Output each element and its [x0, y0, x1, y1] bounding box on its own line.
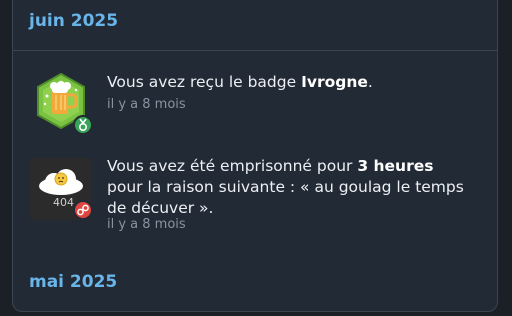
notification-time: il y a 8 mois — [107, 217, 186, 232]
notifications-panel: juin 2025 Vous avez reçu le badge Ivrogn… — [12, 0, 498, 312]
handcuffs-icon — [73, 200, 93, 220]
medal-icon — [73, 115, 93, 135]
notification-line: Vous avez été emprisonné pour 3 heures — [107, 157, 434, 175]
svg-text:404: 404 — [53, 196, 74, 209]
month-header-june: juin 2025 — [29, 11, 119, 31]
notification-text: Vous avez été emprisonné pour 3 heures p… — [107, 156, 467, 219]
notification-time: il y a 8 mois — [107, 97, 186, 112]
notification-line: pour la raison suivante : « au goulag le… — [107, 178, 464, 196]
cloud-404-icon: 404 — [30, 158, 93, 220]
beer-badge-icon — [30, 72, 93, 135]
notification-text: Vous avez reçu le badge Ivrogne. — [107, 73, 373, 91]
notification-line: de décuver ». — [107, 199, 214, 217]
divider — [13, 50, 497, 51]
month-header-may: mai 2025 — [29, 272, 118, 292]
